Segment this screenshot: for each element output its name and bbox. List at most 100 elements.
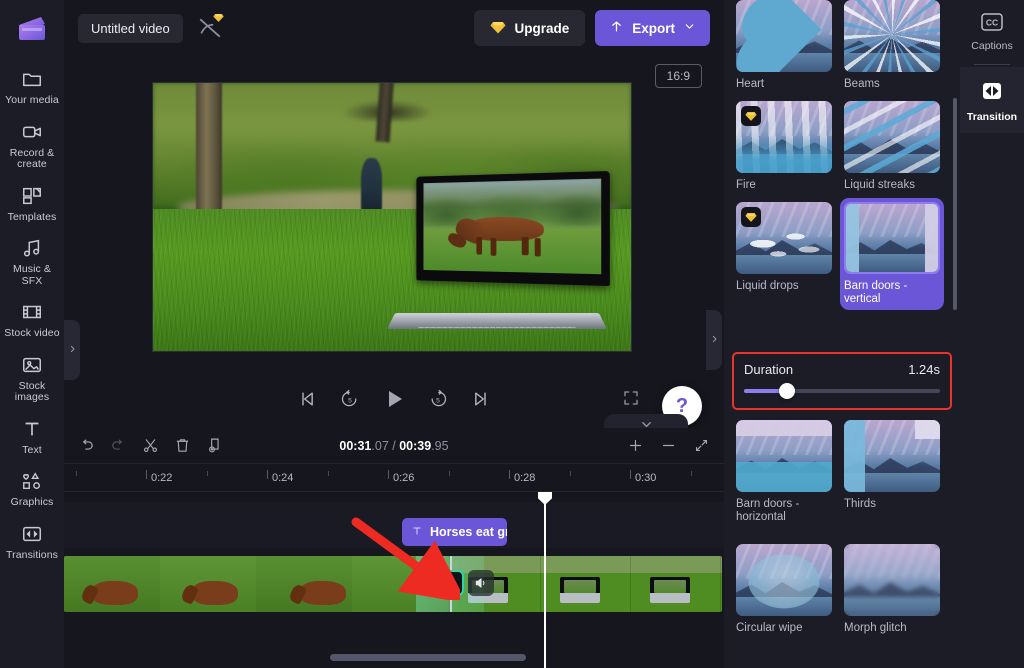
transition-thumbnail: [844, 101, 940, 173]
transition-marker-button[interactable]: [438, 570, 464, 596]
sidebar-item-stock-images[interactable]: Stock images: [0, 346, 64, 410]
transition-label: Liquid drops: [736, 280, 799, 292]
transition-thumbnail: [736, 0, 832, 72]
sidebar-item-stock-video[interactable]: Stock video: [0, 293, 64, 346]
transition-thumbnail: [736, 420, 832, 492]
text-track[interactable]: Horses eat gr: [64, 502, 724, 548]
expand-left-panel-handle[interactable]: [64, 320, 80, 380]
transition-thumbnail: [736, 202, 832, 274]
svg-text:5: 5: [436, 397, 440, 404]
duration-label: Duration: [744, 362, 794, 377]
panel-scrollbar-thumb[interactable]: [953, 98, 957, 310]
transition-card-liquid-drops[interactable]: Liquid drops: [736, 202, 832, 306]
transition-label: Barn doors - vertical: [844, 280, 908, 305]
transition-card-liquid-streaks[interactable]: Liquid streaks: [844, 101, 940, 192]
transition-card-fire[interactable]: Fire: [736, 101, 832, 192]
play-button[interactable]: [382, 387, 406, 411]
sidebar-item-templates[interactable]: Templates: [0, 177, 64, 230]
ruler-label: 0:28: [514, 472, 536, 484]
sidebar-item-graphics[interactable]: Graphics: [0, 462, 64, 515]
skip-to-start-button[interactable]: [298, 389, 318, 409]
sidebar-item-record-create[interactable]: Record & create: [0, 113, 64, 177]
no-watermark-slash-icon[interactable]: [197, 12, 224, 41]
export-button[interactable]: Export: [595, 10, 710, 46]
ruler-label: 0:30: [635, 472, 657, 484]
camera-icon: [20, 120, 44, 144]
delete-button[interactable]: [174, 437, 191, 454]
music-note-icon: [20, 236, 44, 260]
sidebar-item-label: Templates: [7, 210, 57, 223]
tab-label: Captions: [971, 40, 1013, 52]
skip-to-end-button[interactable]: [470, 389, 490, 409]
transition-card-heart[interactable]: Heart: [736, 0, 832, 91]
duplicate-button[interactable]: [206, 437, 223, 454]
tab-captions[interactable]: CC Captions: [960, 0, 1024, 62]
zoom-in-button[interactable]: [627, 437, 644, 454]
timeline-scrollbar-thumb[interactable]: [330, 653, 526, 661]
upgrade-button[interactable]: Upgrade: [474, 10, 586, 46]
playhead[interactable]: [538, 492, 552, 668]
video-preview-canvas[interactable]: [152, 82, 632, 352]
sidebar-item-label: Text: [22, 443, 42, 456]
undo-button[interactable]: [78, 437, 95, 454]
transition-card-barn-doors-vertical[interactable]: Barn doors - vertical: [840, 198, 944, 310]
transition-card-circular-wipe[interactable]: Circular wipe: [736, 544, 832, 635]
sidebar-item-transitions[interactable]: Transitions: [0, 515, 64, 568]
top-toolbar: Untitled video Upgrade Export: [64, 0, 724, 56]
fullscreen-button[interactable]: [622, 389, 640, 410]
timecode-separator: /: [388, 438, 400, 453]
premium-gem-icon: [741, 106, 761, 126]
duration-setting: Duration 1.24s: [732, 352, 952, 410]
transitions-grid: Heart Beams Fire Liquid streaks Liquid d…: [724, 0, 960, 316]
timeline: 00:31.07 / 00:39.95 0:22 0:24 0:26 0:28 …: [64, 428, 724, 668]
duration-slider-handle[interactable]: [779, 383, 796, 399]
timeline-ruler[interactable]: 0:22 0:24 0:26 0:28 0:30: [64, 464, 724, 492]
transition-label: Barn doors - horizontal: [736, 498, 800, 523]
expand-right-panel-handle[interactable]: [706, 310, 722, 370]
transition-card-morph-glitch[interactable]: Morph glitch: [844, 544, 940, 635]
transition-thumbnail: [844, 202, 940, 274]
sidebar-item-label: Stock images: [14, 379, 50, 403]
text-t-icon: [411, 525, 423, 540]
fit-to-screen-button[interactable]: [693, 437, 710, 454]
left-sidebar: Your media Record & create Templates Mus…: [0, 0, 64, 668]
duration-slider[interactable]: [744, 383, 940, 399]
transition-card-thirds[interactable]: Thirds: [844, 420, 940, 524]
chevron-down-icon: [683, 20, 696, 36]
app-logo[interactable]: [15, 12, 49, 46]
topbar-actions: Upgrade Export: [474, 10, 710, 46]
video-clip-a[interactable]: [64, 556, 450, 612]
split-button[interactable]: [142, 437, 159, 454]
transition-card-beams[interactable]: Beams: [844, 0, 940, 91]
clip-audio-button[interactable]: [468, 570, 494, 596]
redo-button[interactable]: [110, 437, 127, 454]
sidebar-item-music-sfx[interactable]: Music & SFX: [0, 229, 64, 293]
tab-transition[interactable]: Transition: [960, 67, 1024, 133]
chevron-right-icon: [710, 333, 719, 348]
transition-label: Circular wipe: [736, 622, 803, 634]
timeline-scrollbar[interactable]: [64, 650, 724, 664]
aspect-ratio-badge[interactable]: 16:9: [654, 64, 702, 88]
duration-value: 1.24s: [908, 362, 940, 377]
film-strip-icon: [20, 300, 44, 324]
transition-card-barn-doors-horizontal[interactable]: Barn doors - horizontal: [736, 420, 832, 524]
project-title-input[interactable]: Untitled video: [78, 13, 183, 43]
sidebar-item-your-media[interactable]: Your media: [0, 60, 64, 113]
tab-label: Transition: [966, 111, 1018, 123]
sidebar-item-label: Graphics: [10, 496, 54, 508]
text-t-icon: [20, 417, 44, 441]
transition-icon: [980, 79, 1004, 106]
chevron-right-icon: [68, 343, 77, 358]
sidebar-item-text[interactable]: Text: [0, 410, 64, 463]
gem-icon: [213, 12, 224, 26]
transition-label: Fire: [736, 179, 756, 191]
rewind-5-button[interactable]: 5: [340, 389, 360, 409]
transitions-grid-lower: Barn doors - horizontal Thirds Circular …: [724, 420, 960, 645]
ruler-label: 0:26: [393, 472, 415, 484]
timeline-zoom-controls: [627, 437, 710, 454]
image-icon: [20, 353, 44, 377]
forward-5-button[interactable]: 5: [428, 389, 448, 409]
clipchamp-editor: Your media Record & create Templates Mus…: [0, 0, 1024, 668]
zoom-out-button[interactable]: [660, 437, 677, 454]
text-clip[interactable]: Horses eat gr: [402, 518, 507, 546]
